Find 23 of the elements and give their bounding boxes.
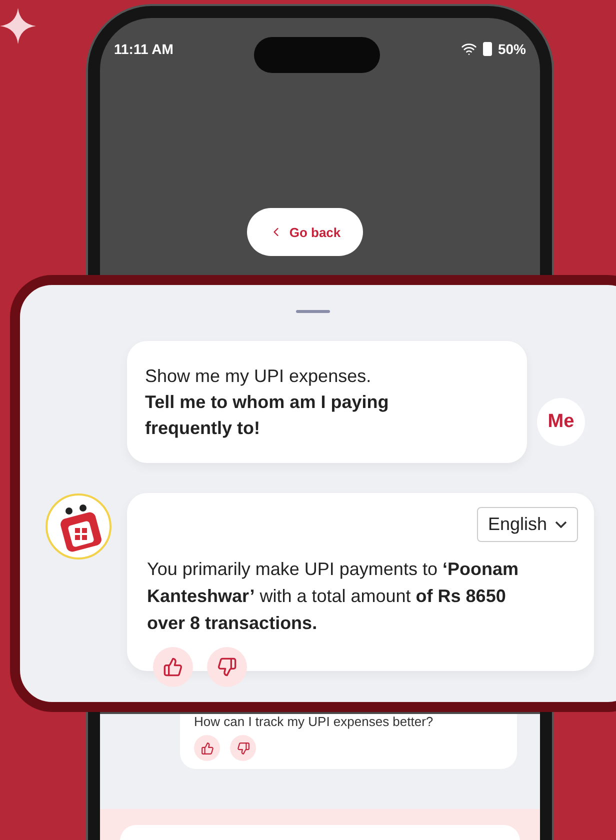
thumbs-down-icon bbox=[236, 742, 250, 754]
thumbs-up-button[interactable] bbox=[194, 735, 220, 761]
go-back-button[interactable]: Go back bbox=[247, 208, 363, 256]
message-question: Tell me to whom am I paying frequently to! bbox=[145, 391, 390, 440]
sparkle-icon bbox=[0, 8, 36, 44]
suggestion-text: How can I track my UPI expenses better? bbox=[194, 714, 434, 729]
status-time: 11:11 AM bbox=[114, 41, 174, 57]
thumbs-up-button[interactable] bbox=[153, 647, 193, 687]
battery-icon bbox=[482, 42, 492, 56]
thumbs-down-icon bbox=[217, 657, 237, 677]
message-text: Show me my UPI expenses. bbox=[145, 365, 372, 388]
chevron-down-icon bbox=[555, 521, 567, 528]
thumbs-up-icon bbox=[200, 742, 214, 754]
battery-level: 50% bbox=[498, 41, 526, 57]
thumbs-down-button[interactable] bbox=[207, 647, 247, 687]
wifi-icon bbox=[460, 41, 477, 57]
user-avatar: Me bbox=[537, 398, 585, 446]
thumbs-down-button[interactable] bbox=[230, 735, 256, 761]
mascot-drawing bbox=[45, 493, 112, 560]
drag-handle[interactable] bbox=[296, 310, 330, 313]
language-dropdown[interactable]: English bbox=[476, 507, 578, 542]
thumbs-up-icon bbox=[163, 657, 183, 677]
message-text: You primarily make UPI payments to ‘Poonam Kanteshwar’ with a total amount of Rs 8650 over 8 transactions. bbox=[147, 558, 520, 635]
